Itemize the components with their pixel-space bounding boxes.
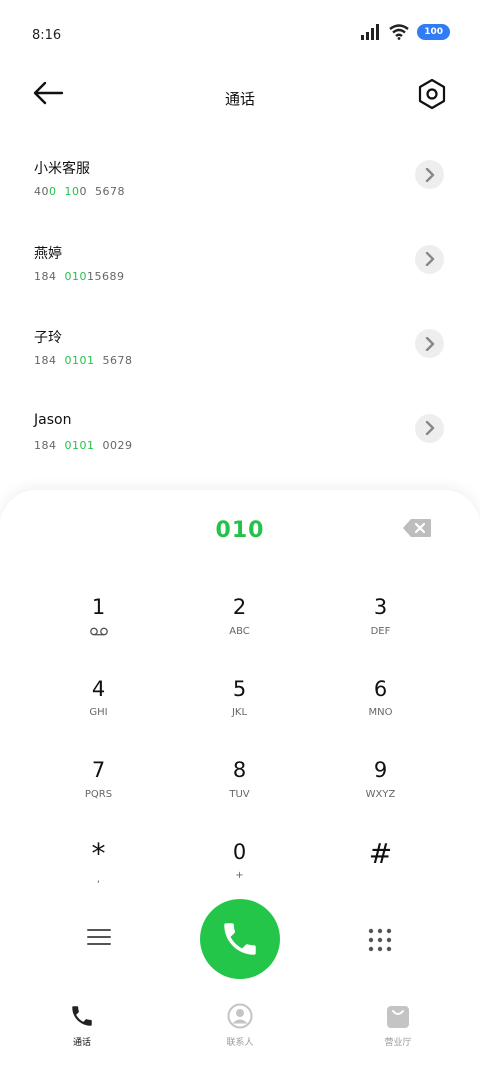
nav-item-contacts[interactable]: 联系人 [185, 1003, 295, 1048]
contact-name: 子玲 [34, 330, 62, 346]
contact-number: 184 01015689 [34, 270, 125, 283]
key-letters: GHI [89, 707, 108, 718]
contact-row[interactable]: 燕婷 184 01015689 [0, 225, 480, 310]
key-letters: + [235, 870, 244, 881]
battery-indicator: 100 [417, 24, 450, 40]
contact-name: Jason [34, 411, 72, 428]
key-digit: 3 [373, 595, 388, 619]
key-digit: # [368, 836, 393, 870]
signal-icon [361, 24, 380, 40]
contact-number: 184 0101 0029 [34, 439, 133, 452]
contact-list: 小米客服 400 100 5678 燕婷 184 01015689 子玲 184 0101… [0, 140, 480, 478]
voicemail-icon [89, 624, 108, 638]
nav-label: 营业厅 [384, 1038, 412, 1048]
wifi-icon [389, 24, 409, 40]
settings-button[interactable] [418, 78, 446, 110]
key-letters: ABC [229, 625, 250, 637]
contact-row[interactable]: 小米客服 400 100 5678 [0, 140, 480, 225]
key-digit: 6 [373, 676, 388, 701]
contact-detail-button[interactable] [415, 160, 444, 189]
number-match-segment: 0101 [64, 354, 95, 367]
menu-button[interactable] [86, 927, 112, 947]
number-match-segment: 010 [64, 269, 87, 283]
bottom-nav: 通话 联系人 营业厅 [0, 995, 480, 1067]
contact-detail-button[interactable] [415, 244, 444, 274]
key-digit: 8 [232, 758, 247, 782]
key-letters: DEF [370, 625, 391, 637]
number-segment: 5678 [94, 354, 133, 367]
key-digit: 7 [91, 758, 106, 782]
key-letters: TUV [229, 788, 250, 800]
key-letters: , [96, 874, 101, 885]
chevron-right-icon [425, 421, 434, 435]
chevron-right-icon [425, 252, 434, 266]
contact-row[interactable]: 子玲 184 0101 5678 [0, 309, 480, 394]
number-segment: 184 [34, 438, 65, 452]
number-match-segment: 0 [49, 185, 57, 198]
key-7[interactable]: 7 PQRS [28, 757, 169, 839]
contact-detail-button[interactable] [415, 329, 444, 358]
number-segment: 0 5678 [79, 185, 125, 198]
number-segment: 15689 [87, 269, 125, 283]
phone-icon [72, 1006, 92, 1026]
key-digit: 5 [232, 676, 247, 701]
key-4[interactable]: 4 GHI [28, 676, 169, 758]
contact-row[interactable]: Jason 184 0101 0029 [0, 394, 480, 479]
status-bar: 8:16 100 [0, 0, 480, 70]
key-2[interactable]: 2 ABC [169, 594, 310, 676]
key-digit: 9 [373, 758, 388, 782]
key-9[interactable]: 9 WXYZ [310, 757, 451, 839]
key-5[interactable]: 5 JKL [169, 676, 310, 758]
contact-name: 燕婷 [34, 245, 62, 262]
key-star[interactable]: *, [28, 836, 169, 921]
contact-name: 小米客服 [34, 161, 90, 177]
dialer-panel: 010 1 2 ABC 3 DEF 4 GHI 5 JKL 6 MNO 7 PQRS 8 TUV 9 WXYZ *… [0, 490, 480, 1067]
number-segment: 0029 [94, 438, 133, 452]
page-title: 通话 [224, 90, 255, 108]
nav-item-store[interactable]: 营业厅 [343, 1003, 453, 1048]
keypad-toggle-button[interactable] [368, 928, 392, 952]
number-segment: 184 [34, 354, 65, 367]
key-3[interactable]: 3 DEF [310, 594, 451, 676]
key-8[interactable]: 8 TUV [169, 757, 310, 839]
chevron-right-icon [425, 336, 434, 351]
key-digit: * [91, 836, 106, 870]
key-letters: WXYZ [365, 788, 396, 800]
app-bar: 通话 [0, 70, 480, 120]
key-letters: JKL [231, 707, 248, 718]
key-letters: PQRS [84, 788, 113, 800]
key-1[interactable]: 1 [28, 594, 169, 676]
nav-item-calls[interactable]: 通话 [27, 1003, 137, 1048]
contact-icon [227, 1003, 253, 1029]
number-match-segment: 0101 [64, 438, 95, 452]
nav-label: 联系人 [226, 1038, 254, 1048]
keypad-grid-icon [368, 928, 392, 952]
delete-button[interactable] [402, 518, 432, 538]
keypad: 1 2 ABC 3 DEF 4 GHI 5 JKL 6 MNO 7 PQRS 8 TUV 9 WXYZ *, 0 + # [28, 594, 452, 920]
status-icons: 100 [361, 24, 450, 40]
store-icon [387, 1006, 409, 1028]
contact-detail-button[interactable] [415, 413, 444, 443]
settings-hex-icon [418, 78, 446, 110]
call-button[interactable] [200, 899, 280, 979]
backspace-icon [403, 519, 431, 537]
number-match-segment: 10 [64, 185, 80, 198]
key-letters: MNO [368, 707, 393, 718]
key-digit: 0 [232, 839, 247, 864]
menu-icon [87, 929, 111, 945]
key-digit: 1 [91, 595, 106, 619]
nav-label: 通话 [72, 1038, 91, 1048]
key-6[interactable]: 6 MNO [310, 676, 451, 758]
status-time: 8:16 [32, 28, 62, 43]
number-segment [57, 185, 65, 198]
contact-number: 400 100 5678 [34, 185, 125, 198]
chevron-right-icon [425, 167, 434, 182]
key-digit: 2 [232, 595, 247, 619]
phone-call-icon [224, 923, 256, 955]
contact-number: 184 0101 5678 [34, 354, 133, 367]
key-hash[interactable]: # [310, 836, 451, 921]
number-segment: 184 [34, 269, 65, 283]
key-digit: 4 [91, 676, 106, 701]
number-segment: 40 [34, 185, 49, 198]
